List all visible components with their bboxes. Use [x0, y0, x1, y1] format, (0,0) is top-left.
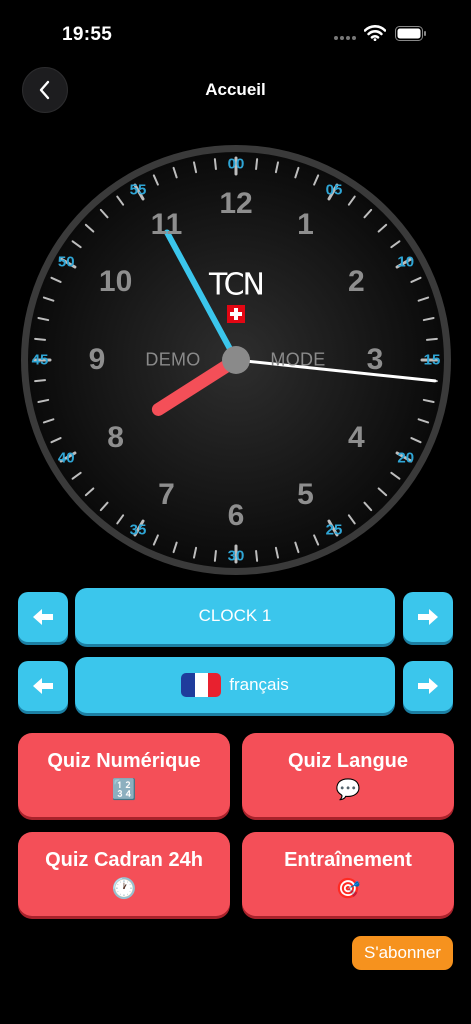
minor-tick	[425, 337, 438, 341]
hour-number: 7	[158, 478, 175, 512]
quiz-langue-button[interactable]: Quiz Langue 💬	[242, 733, 454, 817]
hour-number: 6	[227, 499, 245, 532]
hour-number: 5	[297, 478, 314, 512]
minute-label: 50	[57, 253, 75, 271]
swiss-flag-icon	[227, 305, 245, 323]
numbers-icon: 🔢	[111, 778, 137, 801]
hour-number: 11	[150, 207, 183, 241]
cellular-signal-icon	[334, 36, 358, 42]
clock-center-cap	[222, 346, 250, 374]
flag-france-icon	[181, 673, 222, 697]
wifi-icon	[364, 25, 386, 41]
analog-clock[interactable]: 12 1 2 3 4 5 6 7 8 9 10 11 00 05 10 15 20 25 30 35 40 45 50 55 …	[19, 143, 453, 577]
minute-label: 15	[423, 351, 441, 369]
arrow-right-icon	[418, 678, 438, 694]
hour-number: 9	[88, 343, 106, 376]
clock-next-button[interactable]	[403, 592, 453, 642]
hour-number: 4	[348, 421, 365, 454]
hour-number: 12	[219, 187, 253, 220]
minute-label: 45	[31, 351, 49, 369]
language-next-button[interactable]	[403, 661, 453, 711]
target-icon: 🎯	[335, 877, 361, 900]
speech-bubble-icon: 💬	[335, 778, 361, 801]
quiz-numerique-label: Quiz Numérique	[47, 749, 201, 772]
home-screen: 19:55 Accueil 12 1 2 3 4 5 6 7 8 9 10 11…	[0, 0, 471, 1024]
minor-tick	[255, 158, 259, 171]
quiz-numerique-button[interactable]: Quiz Numérique 🔢	[18, 733, 230, 817]
minute-label: 35	[129, 521, 147, 539]
status-time: 19:55	[62, 24, 113, 45]
minute-label: 20	[397, 449, 415, 467]
battery-icon	[395, 26, 426, 41]
minute-label: 25	[325, 521, 343, 539]
clock-selector[interactable]: CLOCK 1	[75, 588, 395, 644]
minor-tick	[34, 379, 47, 383]
minute-label: 40	[57, 449, 75, 467]
minor-tick	[213, 549, 217, 562]
language-label: français	[229, 675, 289, 694]
entrainement-button[interactable]: Entraînement 🎯	[242, 832, 454, 916]
hour-number: 8	[107, 421, 124, 454]
minute-label: 55	[129, 181, 147, 199]
quiz-cadran-label: Quiz Cadran 24h	[45, 848, 203, 871]
language-selector[interactable]: français	[75, 657, 395, 713]
subscribe-label: S'abonner	[364, 943, 441, 962]
demo-label: DEMO	[145, 349, 201, 370]
arrow-left-icon	[33, 678, 53, 694]
minute-label: 30	[227, 547, 245, 565]
tcn-logo: TCN	[209, 267, 265, 303]
hour-number: 2	[348, 265, 365, 298]
minute-label: 05	[325, 181, 343, 199]
hour-number: 10	[98, 265, 133, 298]
clock-prev-button[interactable]	[18, 592, 68, 642]
minor-tick	[213, 158, 217, 171]
quiz-cadran-24h-button[interactable]: Quiz Cadran 24h 🕐	[18, 832, 230, 916]
language-prev-button[interactable]	[18, 661, 68, 711]
clock-selector-label: CLOCK 1	[198, 606, 272, 625]
arrow-left-icon	[33, 609, 53, 625]
minor-tick	[255, 549, 259, 562]
minute-label: 00	[227, 155, 245, 173]
status-bar: 19:55	[0, 0, 471, 60]
quiz-langue-label: Quiz Langue	[288, 749, 408, 772]
minor-tick	[34, 337, 47, 341]
subscribe-button[interactable]: S'abonner	[352, 936, 453, 970]
clock-icon: 🕐	[111, 877, 137, 900]
arrow-right-icon	[418, 609, 438, 625]
mode-label: MODE	[270, 349, 326, 370]
page-title: Accueil	[205, 80, 266, 99]
minute-label: 10	[397, 253, 415, 271]
hour-number: 1	[297, 207, 314, 241]
entrainement-label: Entraînement	[284, 848, 412, 871]
hour-number: 3	[366, 343, 384, 376]
